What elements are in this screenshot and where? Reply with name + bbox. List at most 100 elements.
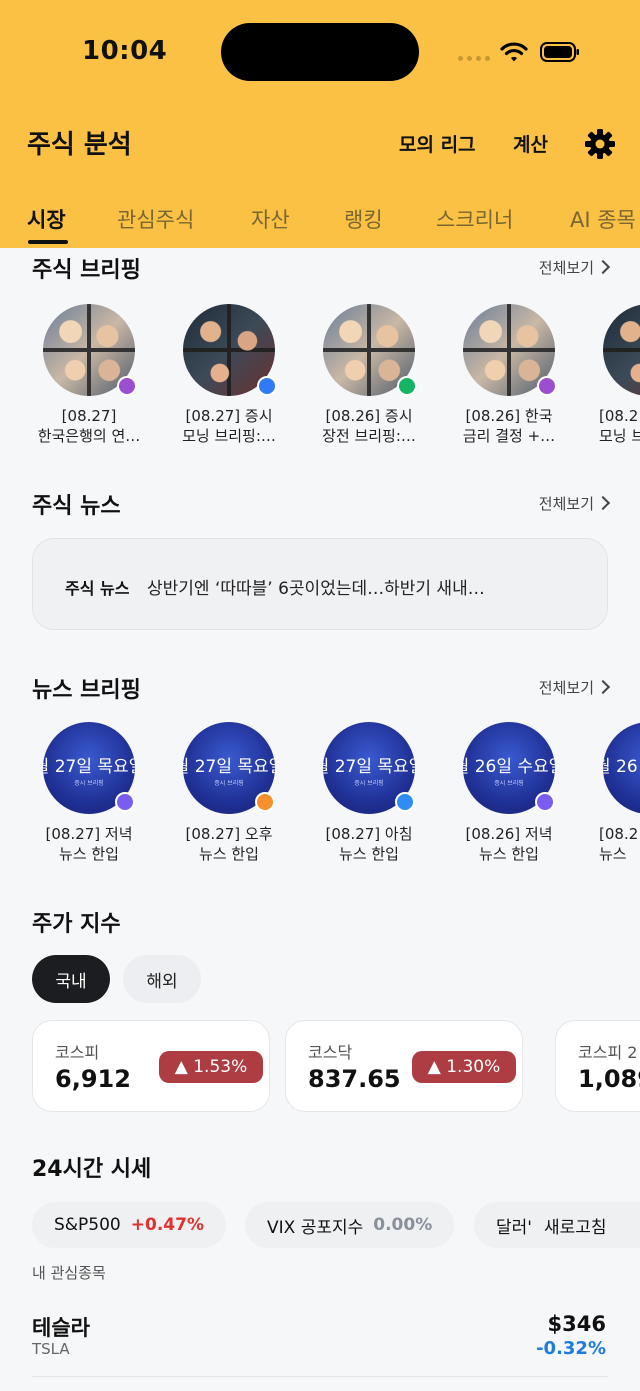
stock-briefing-title: 주식 브리핑 [32, 258, 141, 283]
briefing-date: [08.26] 한국 [465, 407, 553, 425]
ticker-name: S&P500 [54, 1215, 121, 1235]
ticker-24h-title: 24시간 시세 [32, 1157, 152, 1182]
index-change-badge: ▲ 1.53% [159, 1051, 263, 1083]
tab-screener[interactable]: 스크리너 [436, 204, 513, 234]
watch-stock-price: $346 [547, 1312, 606, 1336]
index-change-badge: ▲ 1.30% [412, 1051, 516, 1083]
watchlist-label: 내 관심종목 [32, 1264, 106, 1282]
news-date: [08.27] 오후 [185, 825, 273, 843]
unread-dot [257, 376, 277, 396]
briefing-thumbnail [183, 304, 277, 396]
news-card-headline: 상반기엔 ‘따따블’ 6곳이었는데…하반기 새내… [147, 579, 485, 599]
overseas-toggle[interactable]: 해외 [123, 955, 201, 1003]
stock-briefing-item[interactable]: [08.27] 한국은행의 연… [27, 304, 151, 446]
briefing-title: 모닝 브리핑:… [182, 427, 276, 445]
thumbnail-date: 월 26일 수요일 [463, 757, 555, 777]
unread-dot [395, 792, 415, 812]
stock-briefing-item[interactable]: [08.2 모닝 브 [587, 304, 640, 446]
news-title: 뉴스 한입 [339, 845, 399, 863]
news-briefing-see-all[interactable]: 전체보기 [539, 677, 608, 698]
watch-stock-ticker: TSLA [32, 1340, 70, 1358]
news-thumbnail: 월 26 [603, 722, 640, 814]
refresh-label[interactable]: 새로고침 [543, 1212, 607, 1238]
thumbnail-subtitle: 증시 브리핑 [494, 780, 524, 787]
news-date: [08.2 [599, 825, 639, 843]
news-briefing-title: 뉴스 브리핑 [32, 678, 141, 703]
news-title: 뉴스 한입 [59, 845, 119, 863]
briefing-thumbnail [43, 304, 137, 396]
index-value: 1,089 [578, 1065, 640, 1093]
wifi-icon [500, 42, 528, 62]
stock-briefing-item[interactable]: [08.26] 증시장전 브리핑:… [307, 304, 431, 446]
unread-dot [397, 376, 417, 396]
news-briefing-item[interactable]: 월 27일 목요일 증시 브리핑 [08.27] 아침뉴스 한입 [307, 722, 431, 864]
unread-dot [255, 792, 275, 812]
news-card-label: 주식 뉴스 [65, 579, 130, 598]
stock-news-card[interactable]: 주식 뉴스 상반기엔 ‘따따블’ 6곳이었는데…하반기 새내… [32, 538, 608, 630]
ticker-name: 달러' [496, 1217, 532, 1238]
stock-news-see-all[interactable]: 전체보기 [539, 493, 608, 514]
thumbnail-subtitle: 증시 브리핑 [214, 780, 244, 787]
unread-dot [535, 792, 555, 812]
status-time: 10:04 [82, 36, 168, 66]
briefing-date: [08.27] 증시 [185, 407, 273, 425]
briefing-date: [08.2 [599, 407, 639, 425]
stock-briefing-item[interactable]: [08.27] 증시모닝 브리핑:… [167, 304, 291, 446]
tab-watch-stocks[interactable]: 관심주식 [117, 204, 194, 234]
news-briefing-item[interactable]: 월 26 [08.2 뉴스 [587, 722, 640, 864]
tab-assets[interactable]: 자산 [251, 204, 290, 234]
gear-icon[interactable] [584, 128, 616, 160]
page-title: 주식 분석 [27, 130, 132, 160]
index-value: 837.65 [308, 1065, 401, 1093]
briefing-title: 장전 브리핑:… [322, 427, 416, 445]
index-name: 코스피 [55, 1043, 100, 1062]
top-tab-bar: 시장 관심주식 자산 랭킹 스크리너 AI 종목 [0, 204, 640, 248]
thumbnail-subtitle: 증시 브리핑 [354, 780, 384, 787]
index-card-kospi200[interactable]: 코스피 2 1,089 [555, 1020, 640, 1112]
ticker-change: 0.00% [373, 1215, 433, 1235]
news-briefing-item[interactable]: 월 27일 목요일 증시 브리핑 [08.27] 오후뉴스 한입 [167, 722, 291, 864]
briefing-thumbnail [463, 304, 557, 396]
stock-briefing-see-all[interactable]: 전체보기 [539, 257, 608, 278]
ticker-chip-vix[interactable]: VIX 공포지수 0.00% [245, 1202, 455, 1248]
active-tab-indicator [28, 240, 68, 244]
ticker-chip-sp500[interactable]: S&P500 +0.47% [32, 1202, 226, 1248]
news-date: [08.26] 저녁 [465, 825, 553, 843]
app-header: 10:04 주식 분석 모의 리그 계산 시장 관심주식 자산 랭킹 스크리너 … [0, 0, 640, 248]
unread-dot [117, 376, 137, 396]
briefing-date: [08.27] [61, 407, 117, 425]
stock-briefing-item[interactable]: [08.26] 한국 금리 결정 +… [447, 304, 571, 446]
divider [32, 1376, 608, 1377]
tab-ranking[interactable]: 랭킹 [344, 204, 383, 234]
news-date: [08.27] 저녁 [45, 825, 133, 843]
thumbnail-date: 월 26 [603, 757, 638, 777]
cellular-signal-icon [458, 56, 490, 61]
ticker-change: +0.47% [130, 1215, 204, 1235]
tab-ai-stocks[interactable]: AI 종목 [570, 204, 636, 234]
index-name: 코스닥 [308, 1043, 353, 1062]
news-title: 뉴스 한입 [199, 845, 259, 863]
mock-league-link[interactable]: 모의 리그 [399, 130, 476, 157]
watch-stock-change: -0.32% [536, 1338, 606, 1359]
stock-news-title: 주식 뉴스 [32, 494, 121, 519]
dynamic-island [221, 23, 419, 81]
briefing-date: [08.26] 증시 [325, 407, 413, 425]
ticker-chip-dollar[interactable]: 달러' 새로고침 [474, 1202, 640, 1248]
calculator-link[interactable]: 계산 [513, 130, 548, 157]
index-card-kosdaq[interactable]: 코스닥 837.65 ▲ 1.30% [285, 1020, 523, 1112]
news-briefing-item[interactable]: 월 26일 수요일 증시 브리핑 [08.26] 저녁뉴스 한입 [447, 722, 571, 864]
unread-dot [537, 376, 557, 396]
battery-icon [540, 42, 579, 62]
news-title: 뉴스 [599, 845, 627, 863]
indices-title: 주가 지수 [32, 912, 121, 937]
domestic-toggle[interactable]: 국내 [32, 955, 110, 1003]
news-briefing-item[interactable]: 월 27일 목요일 증시 브리핑 [08.27] 저녁뉴스 한입 [27, 722, 151, 864]
watch-stock-name[interactable]: 테슬라 [32, 1312, 90, 1342]
thumbnail-date: 월 27일 목요일 [183, 757, 275, 777]
thumbnail-date: 월 27일 목요일 [43, 757, 135, 777]
briefing-thumbnail [603, 304, 640, 396]
news-date: [08.27] 아침 [325, 825, 413, 843]
index-card-kospi[interactable]: 코스피 6,912 ▲ 1.53% [32, 1020, 270, 1112]
index-value: 6,912 [55, 1065, 131, 1093]
tab-market[interactable]: 시장 [27, 204, 66, 234]
